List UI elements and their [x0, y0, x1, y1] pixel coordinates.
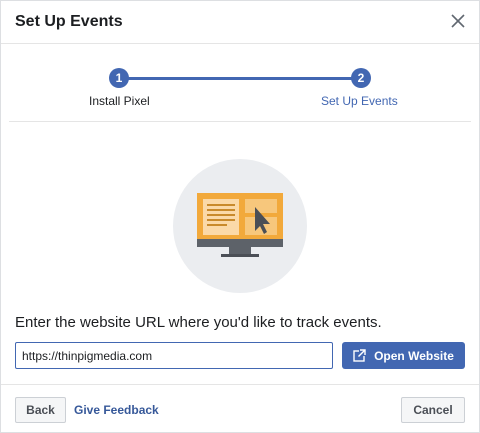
cancel-button[interactable]: Cancel: [401, 397, 465, 423]
dialog-header: Set Up Events: [1, 1, 479, 44]
footer-divider: [1, 384, 479, 385]
dialog-title: Set Up Events: [15, 13, 123, 30]
back-button[interactable]: Back: [15, 397, 66, 423]
step-2-indicator: 2: [351, 68, 371, 88]
step-2-label: Set Up Events: [321, 94, 398, 108]
stepper-line: [127, 77, 369, 80]
open-website-label: Open Website: [374, 348, 454, 363]
open-website-button[interactable]: Open Website: [342, 342, 465, 369]
url-prompt-text: Enter the website URL where you'd like t…: [15, 314, 382, 331]
give-feedback-link[interactable]: Give Feedback: [74, 403, 159, 417]
step-1-label: Install Pixel: [89, 94, 150, 108]
step-1-indicator: 1: [109, 68, 129, 88]
monitor-cursor-illustration: [173, 159, 307, 293]
set-up-events-dialog: Set Up Events 1 2 Install Pixel Set Up E…: [0, 0, 480, 433]
close-icon[interactable]: [449, 12, 467, 30]
progress-stepper: 1 2 Install Pixel Set Up Events: [9, 44, 471, 122]
external-link-icon: [353, 349, 367, 362]
website-url-input[interactable]: [15, 342, 333, 369]
